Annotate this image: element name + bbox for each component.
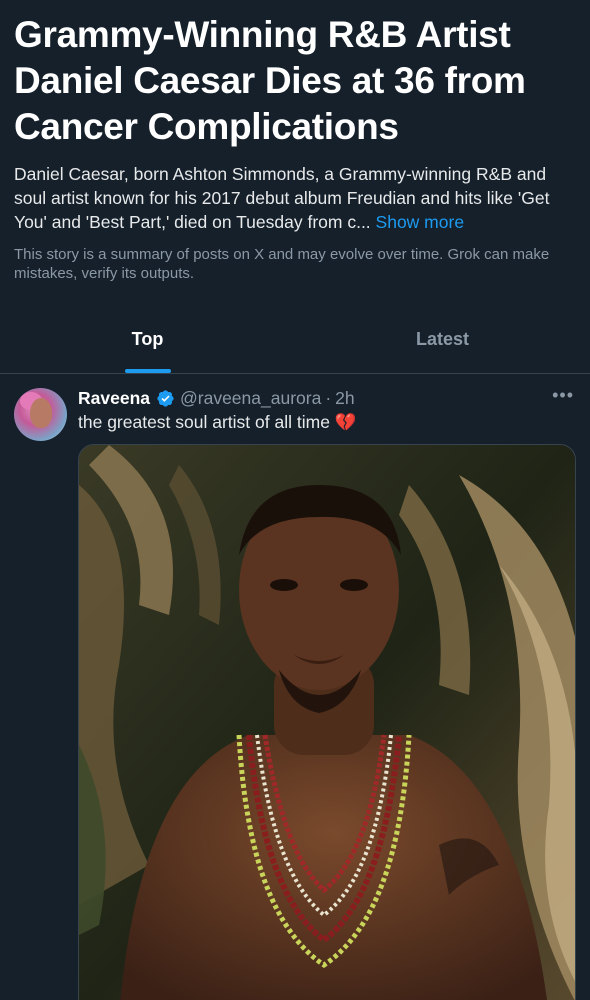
photo-illustration bbox=[79, 445, 575, 1000]
post-photo[interactable] bbox=[78, 444, 576, 1000]
post[interactable]: Raveena @raveena_aurora · 2h ••• the gre… bbox=[0, 374, 590, 1000]
post-author-name[interactable]: Raveena bbox=[78, 388, 150, 409]
tab-latest-label: Latest bbox=[415, 329, 469, 349]
story-summary: Daniel Caesar, born Ashton Simmonds, a G… bbox=[14, 162, 580, 234]
post-author-handle[interactable]: @raveena_aurora bbox=[180, 388, 321, 409]
tab-top[interactable]: Top bbox=[0, 306, 295, 373]
post-header: Raveena @raveena_aurora · 2h bbox=[78, 386, 576, 410]
tab-latest[interactable]: Latest bbox=[295, 306, 590, 373]
active-tab-indicator bbox=[124, 369, 171, 373]
post-timestamp[interactable]: 2h bbox=[335, 388, 354, 409]
more-options-icon[interactable]: ••• bbox=[552, 386, 574, 404]
separator-dot: · bbox=[325, 387, 332, 408]
show-more-link[interactable]: Show more bbox=[376, 212, 465, 232]
post-text: the greatest soul artist of all time 💔 bbox=[78, 410, 576, 434]
avatar-face bbox=[30, 398, 52, 428]
story-headline: Grammy-Winning R&B Artist Daniel Caesar … bbox=[14, 14, 526, 147]
verified-badge-icon bbox=[157, 389, 174, 407]
broken-heart-emoji: 💔 bbox=[334, 412, 357, 432]
grok-disclaimer: This story is a summary of posts on X an… bbox=[14, 246, 550, 282]
tab-top-label: Top bbox=[131, 329, 164, 349]
story-summary-text: Daniel Caesar, born Ashton Simmonds, a G… bbox=[14, 164, 550, 232]
post-text-body: the greatest soul artist of all time bbox=[78, 412, 330, 432]
avatar[interactable] bbox=[14, 388, 67, 441]
story-page: Grammy-Winning R&B Artist Daniel Caesar … bbox=[0, 0, 590, 1000]
tab-bar: Top Latest bbox=[0, 306, 590, 374]
